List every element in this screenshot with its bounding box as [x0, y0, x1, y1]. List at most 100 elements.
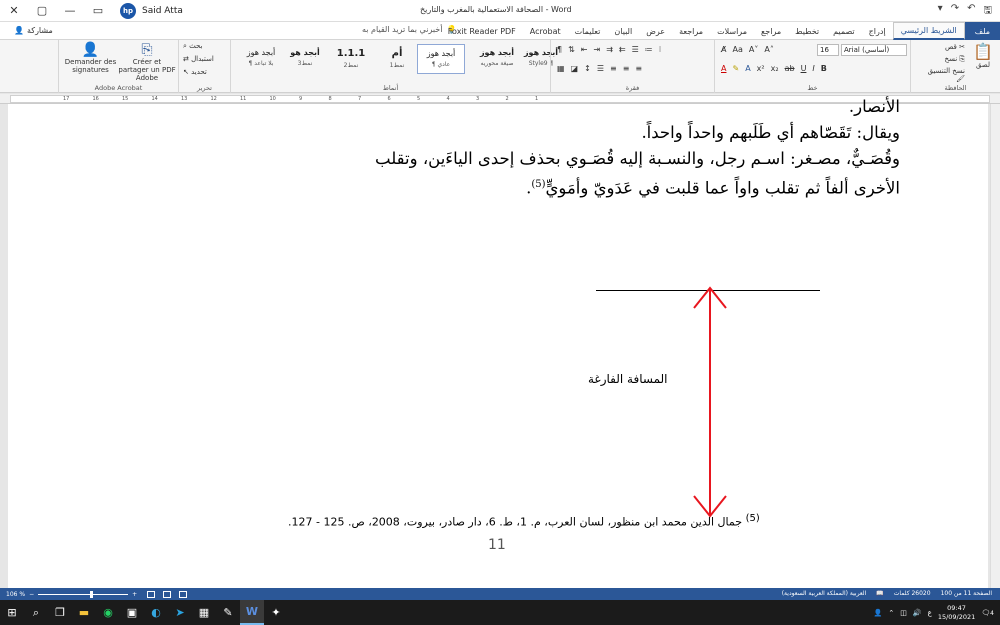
file-explorer-icon[interactable]: ▬ [72, 600, 96, 625]
font-color-icon[interactable]: A [721, 64, 726, 73]
zoom-in-icon[interactable]: + [132, 591, 137, 598]
footnote-reference[interactable]: (5) [531, 179, 545, 190]
pen-app-icon[interactable]: ✎ [216, 600, 240, 625]
pilcrow-icon[interactable]: ¶ [557, 45, 562, 54]
windows-start-icon[interactable]: ⊞ [0, 600, 24, 625]
style-item-intense[interactable]: أبجد هوز صيغة محوريه [477, 44, 517, 74]
align-center-icon[interactable]: ≡ [623, 64, 630, 73]
find-button[interactable]: ⌕ بحث [183, 42, 203, 51]
zoom-out-icon[interactable]: − [29, 591, 34, 598]
bold-icon[interactable]: B [821, 64, 827, 73]
change-case-icon[interactable]: Aa [732, 45, 742, 54]
task-view-icon[interactable]: ❐ [48, 600, 72, 625]
style-item-style1[interactable]: أم نمط1 [377, 44, 417, 74]
tab-insert[interactable]: إدراج [862, 22, 893, 40]
grow-font-icon[interactable]: A˄ [764, 45, 773, 54]
ltr-icon[interactable]: ⇥ [594, 45, 601, 54]
increase-indent-icon[interactable]: ⇉ [606, 45, 613, 54]
share-button[interactable]: 👤 مشاركة [14, 26, 53, 35]
word-count[interactable]: 26020 كلمات [894, 590, 931, 597]
tab-layout[interactable]: تخطيط [788, 22, 826, 40]
style-item-normal[interactable]: أبجد هوز ¶ عادي [417, 44, 465, 74]
shading-icon[interactable]: ◪ [571, 64, 579, 73]
justify-icon[interactable]: ☰ [597, 64, 604, 73]
tab-review[interactable]: مراجعة [672, 22, 710, 40]
maximize-button[interactable]: ▢ [28, 0, 56, 22]
search-icon[interactable]: ⌕ [24, 600, 48, 625]
request-signatures-button[interactable]: 👤 Demander des signatures [63, 42, 118, 74]
underline-icon[interactable]: U [801, 64, 807, 73]
cut-button[interactable]: قص ✂ [917, 43, 965, 51]
strikethrough-icon[interactable]: ab [785, 64, 795, 73]
tab-acrobat[interactable]: Acrobat [523, 22, 568, 40]
print-layout-icon[interactable] [163, 590, 172, 598]
tab-design[interactable]: تصميم [826, 22, 862, 40]
minimize-button[interactable]: — [56, 0, 84, 22]
edge-icon[interactable]: ◐ [144, 600, 168, 625]
zoom-level[interactable]: 106 % [6, 591, 25, 598]
tab-data[interactable]: البيان [607, 22, 639, 40]
superscript-icon[interactable]: x² [757, 64, 765, 73]
line-spacing-icon[interactable]: ↕ [584, 64, 591, 73]
tab-references[interactable]: مراجع [754, 22, 788, 40]
style-item-style3[interactable]: أبجد هو 3نمط [285, 44, 325, 74]
borders-icon[interactable]: ▦ [557, 64, 565, 73]
zoom-slider-thumb[interactable] [90, 590, 94, 598]
text-effects-icon[interactable]: A [745, 64, 750, 73]
tab-file[interactable]: ملف [964, 22, 1000, 40]
sort-icon[interactable]: ⇅ [568, 45, 575, 54]
clock[interactable]: 09:47 15/09/2021 [938, 604, 975, 622]
read-mode-icon[interactable] [179, 590, 188, 598]
footnote[interactable]: (5) جمال الدين محمد ابن منظور، لسان العر… [288, 513, 760, 529]
body-text[interactable]: الأنصار. ويقال: تَقَصّاهم أي طَلَبهم واح… [240, 94, 900, 202]
shrink-font-icon[interactable]: A˅ [749, 45, 758, 54]
copy-button[interactable]: نسخ ⎘ [917, 55, 965, 64]
rtl-icon[interactable]: ⇤ [581, 45, 588, 54]
undo-icon[interactable]: ↶ [967, 3, 975, 20]
font-name-select[interactable]: Arial (أساسي) [841, 44, 907, 56]
calculator-icon[interactable]: ▦ [192, 600, 216, 625]
word-app-icon[interactable]: W [240, 600, 264, 625]
user-name[interactable]: Said Atta [142, 6, 183, 16]
tab-view[interactable]: عرض [639, 22, 672, 40]
web-layout-icon[interactable] [147, 590, 156, 598]
proofing-icon[interactable]: 📖 [876, 590, 883, 597]
vertical-scrollbar[interactable] [990, 104, 1000, 588]
tab-mailings[interactable]: مراسلات [710, 22, 754, 40]
telegram-icon[interactable]: ➤ [168, 600, 192, 625]
align-right-icon[interactable]: ≡ [610, 64, 617, 73]
notification-icon[interactable]: 🗨4 [981, 609, 994, 617]
paint-app-icon[interactable]: ✦ [264, 600, 288, 625]
media-player-icon[interactable]: ▣ [120, 600, 144, 625]
subscript-icon[interactable]: x₂ [771, 64, 779, 73]
customize-qat-icon[interactable]: ▾ [938, 3, 943, 20]
paste-button[interactable]: 📋 لصق [969, 42, 997, 69]
decrease-indent-icon[interactable]: ⇇ [619, 45, 626, 54]
font-size-select[interactable]: 16 [817, 44, 839, 56]
redo-icon[interactable]: ↷ [951, 3, 959, 20]
replace-button[interactable]: ⇄ استبدال [183, 55, 214, 63]
close-button[interactable]: ✕ [0, 0, 28, 22]
style-item-style2[interactable]: 1.1.1 2نمط [331, 44, 371, 74]
ribbon-display-button[interactable]: ▭ [84, 0, 112, 22]
format-painter-button[interactable]: نسخ التنسيق 🖌 [917, 67, 965, 83]
language-status[interactable]: العربية (المملكة العربية السعودية) [782, 590, 867, 597]
tab-help[interactable]: تعليمات [568, 22, 608, 40]
highlight-icon[interactable]: ✎ [732, 64, 739, 73]
people-icon[interactable]: 👤 [874, 609, 883, 617]
clear-format-icon[interactable]: A̸ [721, 45, 726, 54]
save-icon[interactable]: 🖫 [983, 3, 992, 20]
create-share-pdf-button[interactable]: ⎘ Créer et partager un PDF Adobe [117, 42, 177, 82]
page-info[interactable]: الصفحة 11 من 100 [941, 590, 992, 597]
numbering-icon[interactable]: ≔ [645, 45, 653, 54]
network-icon[interactable]: ◫ [900, 609, 907, 617]
input-language[interactable]: ع [928, 609, 932, 617]
multilevel-list-icon[interactable]: ☰ [632, 45, 639, 54]
style-item-no-spacing[interactable]: أبجد هوز ¶ بلا تباعد [241, 44, 281, 74]
whatsapp-icon[interactable]: ◉ [96, 600, 120, 625]
volume-icon[interactable]: 🔊 [913, 609, 922, 617]
zoom-slider[interactable] [38, 590, 129, 598]
tab-home[interactable]: الشريط الرئيسي [892, 22, 965, 40]
align-left-icon[interactable]: ≡ [635, 64, 642, 73]
bullets-icon[interactable]: ⁝ [659, 45, 662, 54]
